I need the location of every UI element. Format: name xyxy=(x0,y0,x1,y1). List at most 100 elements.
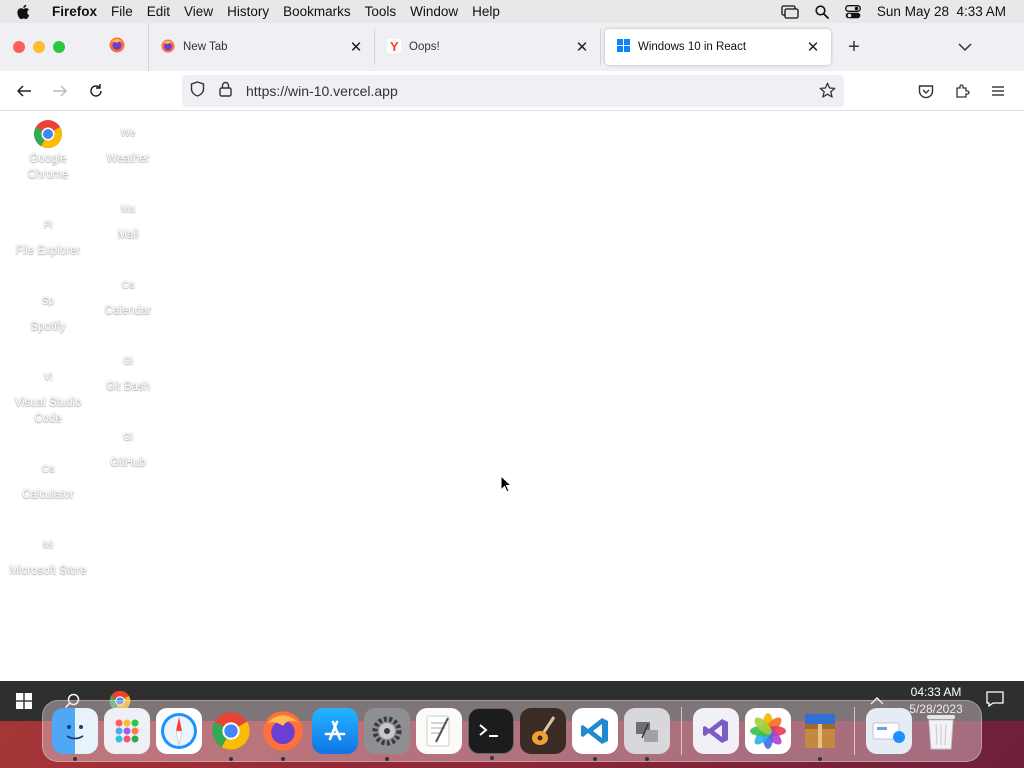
desktop-icon-microsoft-store[interactable]: Mi Microsoft Store xyxy=(8,531,88,579)
chrome-icon xyxy=(33,119,63,149)
close-tab-icon[interactable]: ✕ xyxy=(805,38,821,56)
desktop-icon-github[interactable]: Gi GitHub xyxy=(88,423,168,471)
tab-label: New Tab xyxy=(183,41,228,53)
menu-history[interactable]: History xyxy=(227,4,269,19)
control-center-icon[interactable] xyxy=(844,4,861,19)
vscode-icon: Vi xyxy=(43,372,53,383)
close-tab-icon[interactable]: ✕ xyxy=(348,38,364,56)
garageband-guitar-icon[interactable] xyxy=(520,708,566,754)
menu-bookmarks[interactable]: Bookmarks xyxy=(283,4,351,19)
desktop-icon-visual-studio-code[interactable]: Vi Visual Studio Code xyxy=(8,363,88,427)
desktop-icon-label: Microsoft Store xyxy=(9,565,87,577)
desktop-icon-label: File Explorer xyxy=(15,245,81,257)
yandex-icon: Y xyxy=(387,38,401,56)
pocket-icon[interactable] xyxy=(912,77,940,105)
desktop-icon-file-explorer[interactable]: Fi File Explorer xyxy=(8,211,88,259)
desktop-icon-weather[interactable]: We Weather xyxy=(88,119,168,167)
extensions-puzzle-icon[interactable] xyxy=(948,77,976,105)
tab-label: Oops! xyxy=(409,41,440,53)
desktop-icon-google-chrome[interactable]: Google Chrome xyxy=(8,119,88,183)
desktop-icon-mail[interactable]: Ma Mail xyxy=(88,195,168,243)
visual-studio-icon[interactable] xyxy=(693,708,739,754)
menubar-datetime[interactable]: Sun May 28 4:33 AM xyxy=(877,4,1006,19)
winrar-archive-icon[interactable] xyxy=(797,708,843,761)
navigation-toolbar: https://win-10.vercel.app xyxy=(0,71,1024,111)
trash-icon[interactable] xyxy=(918,708,964,754)
mouse-cursor-icon xyxy=(500,474,513,498)
tab-strip: New Tab ✕ Y Oops! ✕ Windows 10 in React … xyxy=(0,23,1024,71)
hamburger-menu-icon[interactable] xyxy=(984,77,1012,105)
running-indicator xyxy=(490,756,494,760)
running-indicator xyxy=(229,757,233,761)
vscode-icon[interactable] xyxy=(572,708,618,761)
address-bar[interactable]: https://win-10.vercel.app xyxy=(182,75,844,107)
desktop-icon-label: Spotify xyxy=(30,321,66,333)
taskbar-time: 04:33 AM xyxy=(910,685,962,699)
running-indicator xyxy=(645,757,649,761)
url-text[interactable]: https://win-10.vercel.app xyxy=(246,83,398,99)
mac-menubar: Firefox File Edit View History Bookmarks… xyxy=(0,0,1024,23)
tab-label: Windows 10 in React xyxy=(638,41,747,53)
close-window-button[interactable] xyxy=(13,41,25,53)
firefox-icon xyxy=(109,37,125,58)
toolbar-right-buttons xyxy=(912,77,1012,105)
desktop-icon-git-bash[interactable]: Gi Git Bash xyxy=(88,347,168,395)
lock-icon[interactable] xyxy=(219,81,232,102)
menu-tools[interactable]: Tools xyxy=(365,4,397,19)
reload-icon[interactable] xyxy=(82,77,110,105)
chevron-down-icon[interactable] xyxy=(958,39,972,57)
menu-window[interactable]: Window xyxy=(410,4,458,19)
tracking-protection-shield-icon[interactable] xyxy=(190,80,205,102)
menu-help[interactable]: Help xyxy=(472,4,500,19)
git-bash-icon: Gi xyxy=(123,356,133,367)
tab-windows-10-react[interactable]: Windows 10 in React ✕ xyxy=(605,29,831,65)
desktop-icon-calculator[interactable]: Ca Calculator xyxy=(8,455,88,503)
app-store-icon[interactable] xyxy=(312,708,358,754)
apple-icon[interactable] xyxy=(16,4,40,20)
pinned-tab-firefox[interactable] xyxy=(85,23,149,71)
firefox-icon[interactable] xyxy=(260,708,306,761)
launchpad-icon[interactable] xyxy=(104,708,150,754)
spotlight-search-icon[interactable] xyxy=(815,4,829,19)
desktop-icon-label: Calendar xyxy=(104,305,152,317)
menu-edit[interactable]: Edit xyxy=(147,4,170,19)
window-controls xyxy=(13,41,65,53)
desktop-icon-label: Visual Studio Code xyxy=(14,397,82,425)
tab-oops[interactable]: Y Oops! ✕ xyxy=(375,29,601,65)
new-tab-button[interactable]: + xyxy=(841,34,867,60)
menu-view[interactable]: View xyxy=(184,4,213,19)
mac-dock xyxy=(42,700,982,762)
close-tab-icon[interactable]: ✕ xyxy=(574,38,590,56)
maximize-window-button[interactable] xyxy=(53,41,65,53)
minimize-window-button[interactable] xyxy=(33,41,45,53)
running-indicator xyxy=(593,757,597,761)
tab-new-tab[interactable]: New Tab ✕ xyxy=(149,29,375,65)
back-arrow-icon[interactable] xyxy=(10,77,38,105)
running-indicator xyxy=(818,757,822,761)
bookmark-star-icon[interactable] xyxy=(819,82,836,104)
desktop-icon-calendar[interactable]: Ca Calendar xyxy=(88,271,168,319)
mail-icon: Ma xyxy=(121,204,135,215)
screen-mirroring-icon[interactable] xyxy=(781,4,799,19)
desktop-icon-spotify[interactable]: Sp Spotify xyxy=(8,287,88,335)
windows-logo-icon xyxy=(617,39,630,55)
svg-text:Y: Y xyxy=(390,39,399,53)
menu-app-name[interactable]: Firefox xyxy=(52,4,97,19)
calculator-icon: Ca xyxy=(41,464,55,475)
chrome-icon[interactable] xyxy=(208,708,254,761)
terminal-icon[interactable] xyxy=(468,708,514,760)
desktop-icon-label: GitHub xyxy=(110,457,146,469)
action-center-icon[interactable] xyxy=(986,690,1004,712)
finder-icon[interactable] xyxy=(52,708,98,761)
menu-file[interactable]: File xyxy=(111,4,133,19)
downloads-stack-icon[interactable] xyxy=(866,708,912,754)
forward-arrow-icon[interactable] xyxy=(46,77,74,105)
migration-assistant-icon[interactable] xyxy=(624,708,670,761)
running-indicator xyxy=(281,757,285,761)
firefox-window: New Tab ✕ Y Oops! ✕ Windows 10 in React … xyxy=(0,23,1024,721)
photos-icon[interactable] xyxy=(745,708,791,754)
safari-icon[interactable] xyxy=(156,708,202,754)
windows-start-icon[interactable] xyxy=(0,681,48,721)
textedit-icon[interactable] xyxy=(416,708,462,754)
system-settings-gear-icon[interactable] xyxy=(364,708,410,761)
